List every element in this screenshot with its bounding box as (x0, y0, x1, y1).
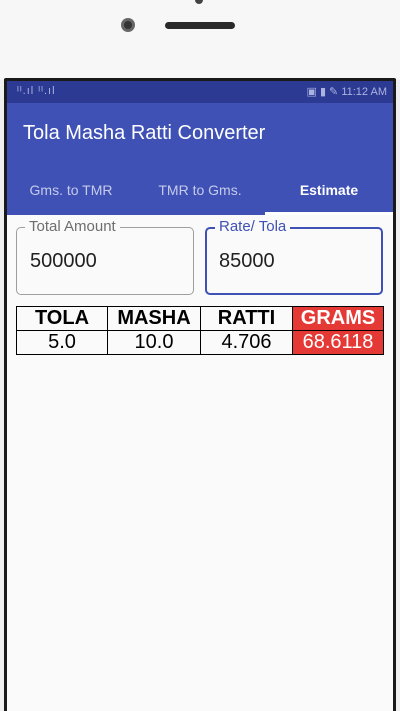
rate-tola-field[interactable]: Rate/ Tola 85000 (205, 219, 383, 295)
status-bar: ᴵᴵ.ıl ᴵᴵ.ıl ▣ ▮ ✎ 11:12 AM (7, 81, 393, 103)
table-header-row: TOLA MASHA RATTI GRAMS (16, 306, 384, 331)
signal-icons: ᴵᴵ.ıl ᴵᴵ.ıl (17, 85, 56, 97)
header-tola: TOLA (16, 306, 108, 331)
value-tola: 5.0 (16, 330, 108, 355)
active-tab-indicator (265, 212, 393, 215)
front-camera (121, 18, 135, 32)
value-grams: 68.6118 (292, 330, 384, 355)
total-amount-label: Total Amount (25, 219, 120, 235)
phone-bezel (0, 0, 400, 80)
app-bar: Tola Masha Ratti Converter Gms. to TMR T… (7, 103, 393, 215)
rate-tola-label: Rate/ Tola (215, 219, 291, 235)
total-amount-field[interactable]: Total Amount 500000 (16, 219, 194, 295)
results-table: TOLA MASHA RATTI GRAMS 5.0 10.0 4.706 68… (16, 306, 384, 355)
tab-estimate[interactable]: Estimate (265, 167, 393, 215)
header-ratti: RATTI (200, 306, 293, 331)
tab-gms-to-tmr[interactable]: Gms. to TMR (7, 167, 135, 215)
value-masha: 10.0 (107, 330, 201, 355)
tab-bar: Gms. to TMR TMR to Gms. Estimate (7, 167, 393, 215)
value-ratti: 4.706 (200, 330, 293, 355)
header-grams: GRAMS (292, 306, 384, 331)
header-masha: MASHA (107, 306, 201, 331)
total-amount-input[interactable]: 500000 (30, 250, 97, 273)
sensor-dot (195, 0, 203, 4)
status-time: ▣ ▮ ✎ 11:12 AM (306, 86, 388, 98)
rate-tola-input[interactable]: 85000 (219, 250, 275, 273)
app-title: Tola Masha Ratti Converter (23, 122, 266, 144)
tab-tmr-to-gms[interactable]: TMR to Gms. (136, 167, 264, 215)
earpiece-speaker (165, 22, 235, 29)
table-row: 5.0 10.0 4.706 68.6118 (16, 330, 384, 355)
